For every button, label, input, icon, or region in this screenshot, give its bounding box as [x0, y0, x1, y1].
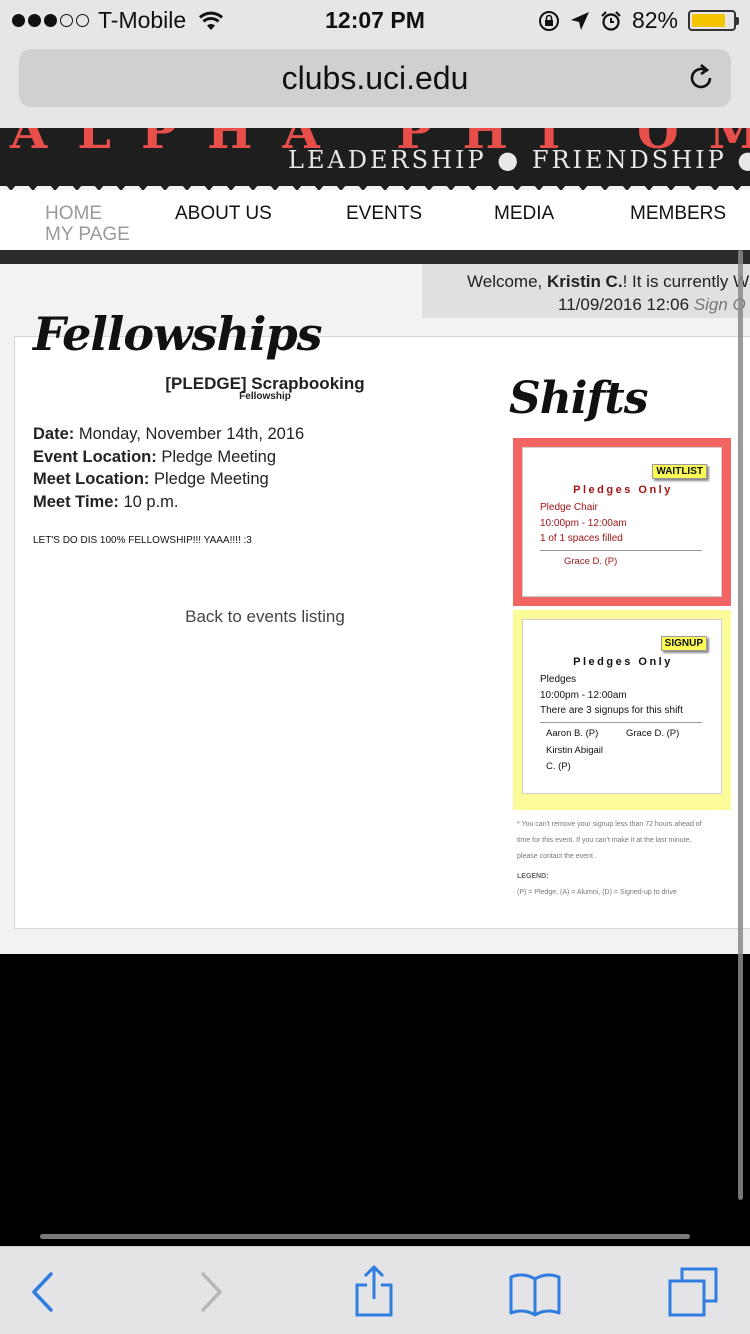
shift-person: Kirstin Abigail	[546, 745, 604, 756]
battery-icon	[688, 10, 739, 31]
shift-card-waitlist: WAITLIST Pledges Only Pledge Chair 10:00…	[513, 438, 731, 606]
event-type: Fellowship	[239, 391, 291, 402]
status-bar: T-Mobile 12:07 PM 82%	[0, 0, 750, 40]
share-icon[interactable]	[346, 1265, 402, 1319]
nav-about-us[interactable]: ABOUT US	[175, 203, 272, 225]
date-label: Date:	[33, 425, 75, 443]
reload-icon[interactable]	[686, 63, 716, 93]
welcome-datetime-line: 11/09/2016 12:06 Sign O	[558, 295, 746, 315]
site-nav: HOME MY PAGE ABOUT US EVENTS MEDIA MEMBE…	[0, 190, 750, 250]
signup-note-line: time for this event. If you can't make i…	[517, 837, 692, 844]
bookmarks-icon[interactable]	[507, 1265, 563, 1319]
event-location-row: Event Location: Pledge Meeting	[33, 446, 304, 469]
welcome-box: Welcome, Kristin C.! It is currently W 1…	[422, 264, 750, 318]
shift-time: 10:00pm - 12:00am	[540, 518, 627, 529]
legend-label: LEGEND:	[517, 873, 549, 880]
shift-person: Grace D. (P)	[564, 556, 618, 567]
shift-status: There are 3 signups for this shift	[540, 705, 683, 716]
page-title: Fellowships	[33, 307, 323, 361]
back-to-events-link[interactable]: Back to events listing	[15, 607, 515, 627]
meet-location-row: Meet Location: Pledge Meeting	[33, 468, 304, 491]
signup-note-line: * You can't remove your signup less than…	[517, 821, 702, 828]
event-date: Monday, November 14th, 2016	[78, 425, 305, 443]
nav-divider	[0, 250, 750, 264]
shift-person: Aaron B. (P)	[546, 728, 599, 739]
url-text[interactable]: clubs.uci.edu	[19, 60, 731, 97]
shift-status: 1 of 1 spaces filled	[540, 533, 623, 544]
location-label: Event Location:	[33, 447, 157, 466]
shifts-title: Shifts	[509, 373, 649, 424]
shift-role: Pledge Chair	[540, 502, 598, 513]
web-page: ALPHA PHI OMEGA LEADERSHIP ● FRIENDSHIP …	[0, 128, 750, 954]
shift-divider	[540, 550, 702, 551]
nav-my-page[interactable]: MY PAGE	[45, 224, 130, 246]
event-location: Pledge Meeting	[161, 447, 277, 466]
meet-time-label: Meet Time:	[33, 492, 119, 511]
meet-time: 10 p.m.	[123, 492, 179, 511]
alarm-icon	[601, 10, 621, 31]
shift-divider	[540, 722, 702, 723]
shift-title: Pledges Only	[573, 656, 673, 668]
waitlist-button[interactable]: WAITLIST	[652, 464, 707, 479]
meet-location: Pledge Meeting	[154, 470, 269, 488]
signup-note: * You can't remove your signup less than…	[517, 817, 737, 865]
location-icon	[570, 11, 589, 30]
current-datetime: 11/09/2016 12:06	[558, 295, 694, 314]
welcome-prefix: Welcome,	[467, 272, 547, 291]
signup-button[interactable]: SIGNUP	[660, 636, 707, 651]
tabs-icon[interactable]	[666, 1265, 722, 1319]
event-description: LET'S DO DIS 100% FELLOWSHIP!!! YAAA!!!!…	[33, 535, 252, 546]
shift-title: Pledges Only	[573, 484, 673, 496]
shift-time: 10:00pm - 12:00am	[540, 690, 627, 701]
nav-members[interactable]: MEMBERS	[630, 203, 726, 225]
shift-person: C. (P)	[546, 761, 571, 772]
legend-text: (P) = Pledge, (A) = Alumni, (D) = Signed…	[517, 889, 677, 896]
event-details: Date: Monday, November 14th, 2016 Event …	[33, 423, 304, 513]
rotation-lock-icon	[538, 10, 559, 31]
shift-inner: WAITLIST Pledges Only Pledge Chair 10:00…	[522, 447, 722, 597]
address-bar[interactable]: clubs.uci.edu	[19, 49, 731, 107]
nav-home[interactable]: HOME	[45, 203, 102, 225]
site-tagline: LEADERSHIP ● FRIENDSHIP ● SERVIC	[288, 146, 750, 174]
browser-chrome: clubs.uci.edu	[0, 40, 750, 128]
browser-toolbar	[0, 1246, 750, 1334]
event-date-row: Date: Monday, November 14th, 2016	[33, 423, 304, 446]
event-card: Fellowships [PLEDGE] Scrapbooking Fellow…	[14, 307, 750, 929]
vertical-scrollbar[interactable]	[738, 250, 743, 1200]
battery-percent: 82%	[631, 7, 678, 33]
nav-events[interactable]: EVENTS	[346, 203, 422, 225]
shift-inner: SIGNUP Pledges Only Pledges 10:00pm - 12…	[522, 619, 722, 794]
user-name: Kristin C.	[547, 272, 623, 291]
signup-note-line: please contact the event .	[517, 853, 597, 860]
welcome-line: Welcome, Kristin C.! It is currently W	[467, 272, 749, 292]
shift-person: Grace D. (P)	[626, 728, 680, 739]
shift-role: Pledges	[540, 674, 577, 685]
meet-location-label: Meet Location:	[33, 470, 150, 488]
welcome-suffix: ! It is currently W	[622, 272, 750, 291]
status-right: 82%	[538, 7, 739, 34]
nav-media[interactable]: MEDIA	[494, 203, 554, 225]
shift-card-signup: SIGNUP Pledges Only Pledges 10:00pm - 12…	[513, 610, 731, 810]
meet-time-row: Meet Time: 10 p.m.	[33, 491, 304, 514]
horizontal-scrollbar[interactable]	[40, 1234, 690, 1239]
back-icon[interactable]	[14, 1265, 70, 1319]
forward-icon[interactable]	[183, 1265, 239, 1319]
